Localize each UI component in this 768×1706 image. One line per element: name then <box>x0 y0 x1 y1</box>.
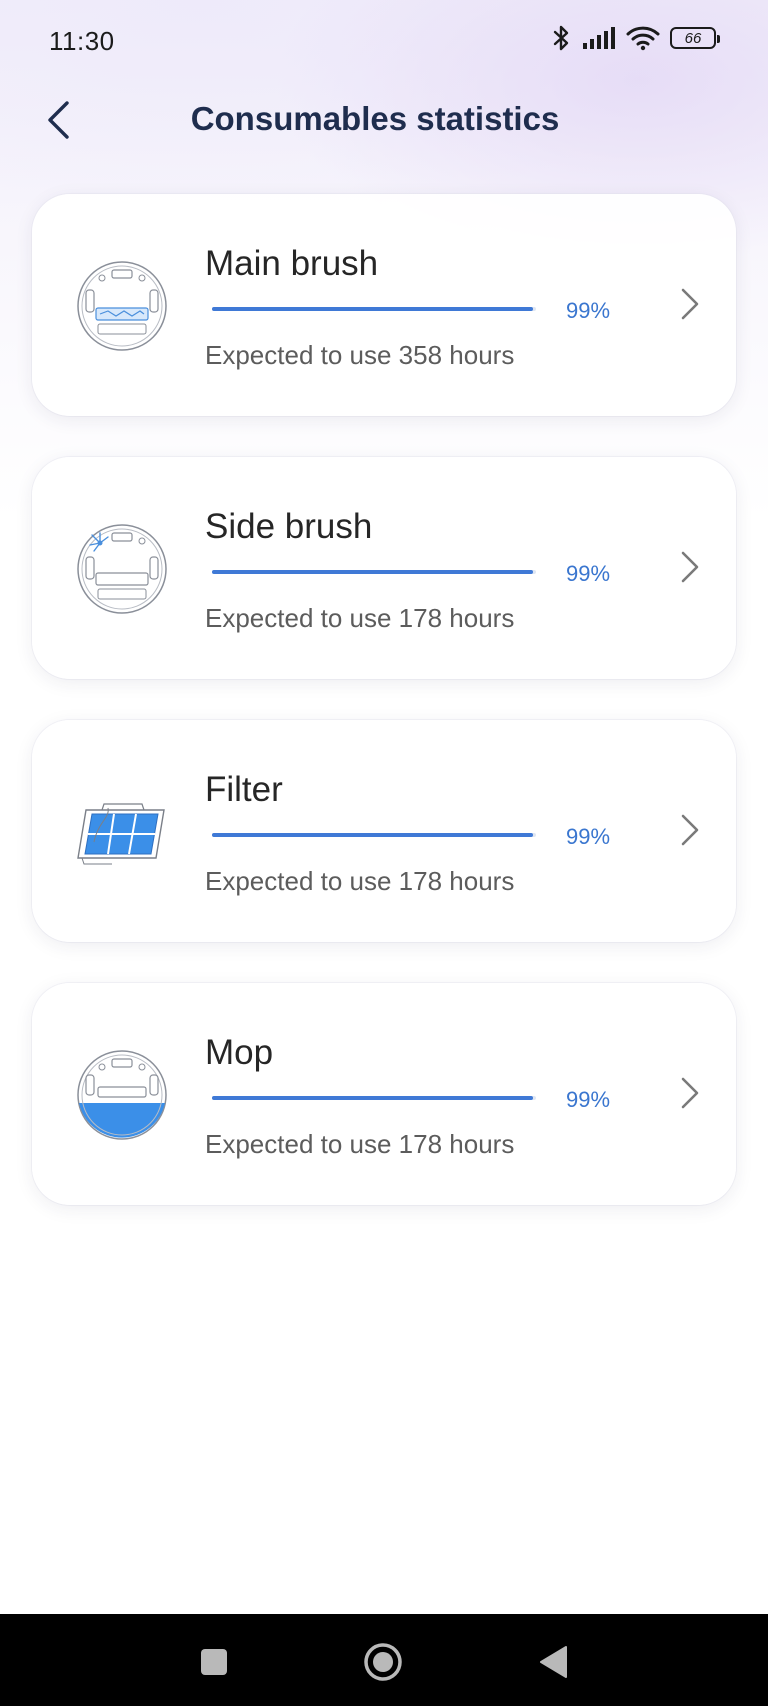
consumable-progress-bar <box>212 570 536 574</box>
status-time: 11:30 <box>49 26 115 56</box>
header: Consumables statistics <box>0 84 768 194</box>
consumable-percent: 99% <box>566 561 611 586</box>
consumable-expected-usage: Expected to use 178 hours <box>205 1129 515 1159</box>
filter-icon <box>77 803 165 865</box>
home-circle-icon <box>364 1643 402 1681</box>
consumable-card-filter[interactable]: Filter 99% Expected to use 178 hours <box>32 720 736 942</box>
wifi-icon <box>626 25 660 51</box>
consumable-card-main-brush[interactable]: Main brush 99% Expected to use 358 hours <box>32 194 736 416</box>
robot-main-brush-icon <box>77 261 167 351</box>
consumable-expected-usage: Expected to use 358 hours <box>205 340 515 370</box>
system-nav-bar <box>0 1614 768 1706</box>
recents-square-icon <box>201 1649 227 1675</box>
home-button[interactable] <box>361 1640 405 1684</box>
robot-side-brush-icon <box>77 524 167 614</box>
chevron-right-icon <box>681 288 699 320</box>
consumable-name: Mop <box>205 1033 274 1072</box>
consumable-progress-bar <box>212 833 536 837</box>
consumable-name: Main brush <box>205 244 379 283</box>
signal-icon <box>582 26 616 50</box>
chevron-right-icon <box>681 1077 699 1109</box>
consumable-expected-usage: Expected to use 178 hours <box>205 603 515 633</box>
consumable-percent: 99% <box>566 1087 611 1112</box>
consumable-name: Side brush <box>205 507 373 546</box>
consumable-card-mop[interactable]: Mop 99% Expected to use 178 hours <box>32 983 736 1205</box>
progress-fill <box>212 307 533 311</box>
consumable-expected-usage: Expected to use 178 hours <box>205 866 515 896</box>
progress-fill <box>212 833 533 837</box>
consumables-list: Main brush 99% Expected to use 358 hours <box>32 194 736 1246</box>
bluetooth-icon <box>552 24 572 52</box>
page-title: Consumables statistics <box>190 100 560 137</box>
progress-fill <box>212 1096 533 1100</box>
recents-button[interactable] <box>192 1640 236 1684</box>
status-icons: 66 <box>552 24 720 52</box>
chevron-right-icon <box>681 814 699 846</box>
consumable-name: Filter <box>205 770 283 809</box>
back-triangle-icon <box>540 1646 567 1678</box>
battery-icon: 66 <box>670 27 720 49</box>
robot-mop-icon <box>77 1050 167 1140</box>
consumable-card-side-brush[interactable]: Side brush 99% Expected to use 178 hours <box>32 457 736 679</box>
consumable-progress-bar <box>212 1096 536 1100</box>
status-bar: 11:30 66 <box>0 0 768 84</box>
consumable-percent: 99% <box>566 824 611 849</box>
consumable-percent: 99% <box>566 298 611 323</box>
consumable-progress-bar <box>212 307 536 311</box>
progress-fill <box>212 570 533 574</box>
chevron-right-icon <box>681 551 699 583</box>
system-back-button[interactable] <box>532 1640 576 1684</box>
